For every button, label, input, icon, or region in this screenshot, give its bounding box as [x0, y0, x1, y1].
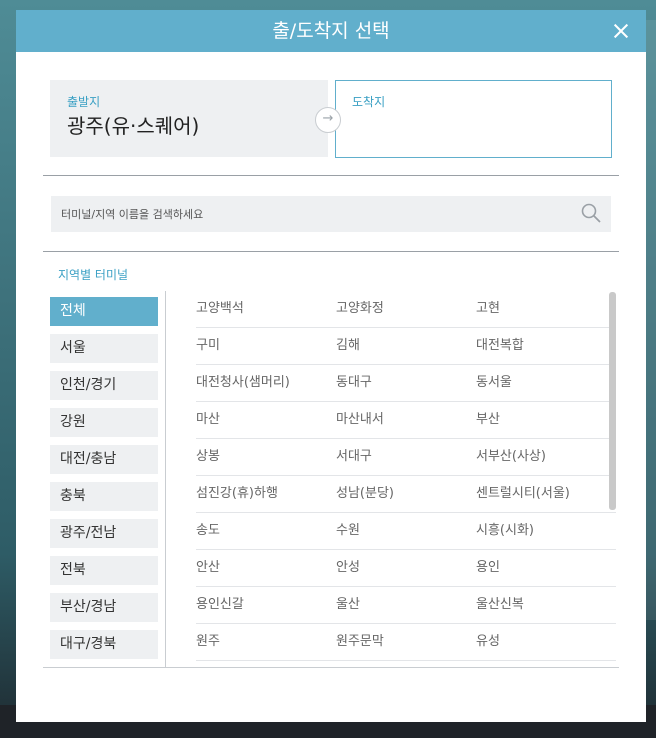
arrow-right-icon: → — [315, 107, 341, 133]
divider — [43, 667, 619, 668]
terminal-item[interactable]: 고양백석 — [196, 291, 336, 327]
terminal-list-scrollbar[interactable] — [609, 292, 616, 510]
departure-value: 광주(유·스퀘어) — [67, 114, 200, 138]
terminal-item[interactable]: 동대구 — [336, 365, 476, 401]
terminal-item[interactable]: 대전복합 — [476, 328, 616, 364]
terminal-list: 고양백석 고양화정 고현 구미 김해 대전복합 대전청사(샘머리) 동대구 동서울 마산 마산내서 부… — [196, 291, 616, 667]
terminal-item[interactable]: 김해 — [336, 328, 476, 364]
terminal-item[interactable]: 동서울 — [476, 365, 616, 401]
arrival-label: 도착지 — [352, 95, 386, 109]
terminal-item[interactable]: 용인 — [476, 550, 616, 586]
terminal-row: 고양백석 고양화정 고현 — [196, 291, 616, 328]
departure-label: 출발지 — [67, 95, 101, 109]
terminal-item[interactable]: 구미 — [196, 328, 336, 364]
modal-title: 출/도착지 선택 — [272, 20, 390, 42]
terminal-item[interactable]: 유성 — [476, 624, 616, 660]
terminal-row: 상봉 서대구 서부산(사상) — [196, 439, 616, 476]
divider — [43, 251, 619, 252]
terminal-item[interactable]: 울산 — [336, 587, 476, 623]
divider — [43, 175, 619, 176]
terminal-item[interactable]: 고양화정 — [336, 291, 476, 327]
terminal-item[interactable]: 섬진강(휴)하행 — [196, 476, 336, 512]
terminal-item[interactable]: 용인신갈 — [196, 587, 336, 623]
arrival-box[interactable]: 도착지 — [335, 80, 612, 158]
close-icon[interactable] — [606, 16, 636, 46]
departure-box[interactable]: 출발지 광주(유·스퀘어) — [50, 80, 328, 157]
terminal-item[interactable]: 수원 — [336, 513, 476, 549]
terminal-item[interactable]: 원주 — [196, 624, 336, 660]
terminal-item[interactable]: 송도 — [196, 513, 336, 549]
terminal-item[interactable]: 안산 — [196, 550, 336, 586]
search-icon[interactable] — [581, 203, 601, 223]
terminal-row: 섬진강(휴)하행 성남(분당) 센트럴시티(서울) — [196, 476, 616, 513]
terminal-item[interactable]: 시흥(시화) — [476, 513, 616, 549]
region-item[interactable]: 대구/경북 — [50, 630, 158, 659]
terminal-item[interactable]: 성남(분당) — [336, 476, 476, 512]
search-box — [51, 196, 611, 232]
terminal-item[interactable]: 서대구 — [336, 439, 476, 475]
terminal-item[interactable]: 상봉 — [196, 439, 336, 475]
column-divider — [165, 291, 166, 667]
terminal-item[interactable]: 안성 — [336, 550, 476, 586]
terminal-row: 안산 안성 용인 — [196, 550, 616, 587]
region-list: 전체서울인천/경기강원대전/충남충북광주/전남전북부산/경남대구/경북 — [50, 297, 158, 667]
terminal-row: 대전청사(샘머리) 동대구 동서울 — [196, 365, 616, 402]
terminal-row: 마산 마산내서 부산 — [196, 402, 616, 439]
region-item[interactable]: 충북 — [50, 482, 158, 511]
search-input[interactable] — [61, 196, 571, 232]
terminal-row: 송도 수원 시흥(시화) — [196, 513, 616, 550]
modal-header: 출/도착지 선택 — [16, 10, 646, 52]
terminal-item[interactable]: 원주문막 — [336, 624, 476, 660]
terminal-item[interactable]: 센트럴시티(서울) — [476, 476, 616, 512]
terminal-item[interactable]: 서부산(사상) — [476, 439, 616, 475]
region-item[interactable]: 광주/전남 — [50, 519, 158, 548]
terminal-row: 용인신갈 울산 울산신복 — [196, 587, 616, 624]
terminal-item[interactable]: 마산 — [196, 402, 336, 438]
region-item[interactable]: 인천/경기 — [50, 371, 158, 400]
terminal-item[interactable]: 울산신복 — [476, 587, 616, 623]
region-item[interactable]: 서울 — [50, 334, 158, 363]
region-item[interactable]: 강원 — [50, 408, 158, 437]
region-item[interactable]: 전북 — [50, 556, 158, 585]
region-section-title: 지역별 터미널 — [58, 268, 129, 282]
terminal-item[interactable]: 부산 — [476, 402, 616, 438]
terminal-item[interactable]: 대전청사(샘머리) — [196, 365, 336, 401]
terminal-select-modal: 출/도착지 선택 출발지 광주(유·스퀘어) → 도착지 지역별 터미널 전체서… — [16, 10, 646, 722]
terminal-item[interactable]: 마산내서 — [336, 402, 476, 438]
region-item[interactable]: 대전/충남 — [50, 445, 158, 474]
region-item[interactable]: 부산/경남 — [50, 593, 158, 622]
terminal-item[interactable]: 고현 — [476, 291, 616, 327]
terminal-row: 구미 김해 대전복합 — [196, 328, 616, 365]
region-item[interactable]: 전체 — [50, 297, 158, 326]
terminal-row: 원주 원주문막 유성 — [196, 624, 616, 661]
